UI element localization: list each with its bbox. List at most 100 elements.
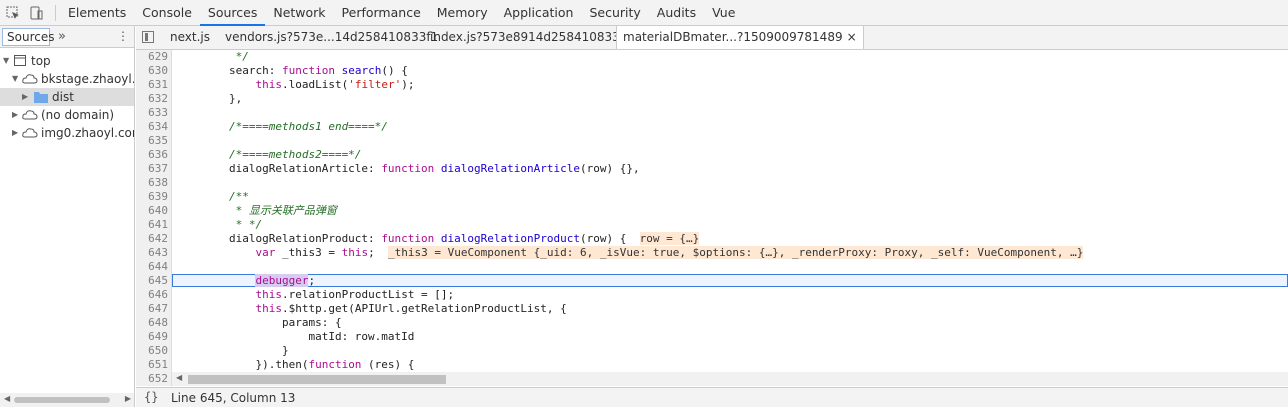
code-line[interactable]: 644 [136, 260, 1288, 274]
line-number[interactable]: 652 [136, 372, 168, 386]
tree-item-label: top [31, 54, 51, 68]
code-line[interactable]: 637 dialogRelationArticle: function dial… [136, 162, 1288, 176]
file-tab-vendors[interactable]: vendors.js?573e...14d258410833f1 [225, 26, 438, 49]
line-number[interactable]: 633 [136, 106, 168, 120]
expand-triangle-icon[interactable]: ▼ [3, 52, 9, 70]
code-line[interactable]: 647 this.$http.get(APIUrl.getRelationPro… [136, 302, 1288, 316]
code-line[interactable]: 629 */ [136, 50, 1288, 64]
editor-status-bar: {} Line 645, Column 13 [136, 387, 1288, 407]
line-number[interactable]: 646 [136, 288, 168, 302]
tab-memory[interactable]: Memory [429, 0, 496, 25]
code-line[interactable]: 651 }).then(function (res) { [136, 358, 1288, 372]
line-number[interactable]: 635 [136, 134, 168, 148]
frame-icon [14, 55, 26, 66]
tree-item-no-domain[interactable]: ▶ (no domain) [0, 106, 134, 124]
code-line[interactable]: 645 debugger; [136, 274, 1288, 288]
code-line[interactable]: 633 [136, 106, 1288, 120]
tree-item-top[interactable]: ▼ top [0, 52, 134, 70]
inspect-icon[interactable] [6, 6, 20, 20]
code-line[interactable]: 641 * */ [136, 218, 1288, 232]
tree-item-label: (no domain) [41, 108, 115, 122]
line-number[interactable]: 632 [136, 92, 168, 106]
line-number[interactable]: 631 [136, 78, 168, 92]
collapsed-triangle-icon[interactable]: ▶ [12, 106, 18, 124]
tab-audits[interactable]: Audits [649, 0, 704, 25]
tab-vue[interactable]: Vue [704, 0, 743, 25]
tree-item-img0[interactable]: ▶ img0.zhaoyl.com [0, 124, 134, 142]
tab-performance[interactable]: Performance [334, 0, 429, 25]
line-number[interactable]: 629 [136, 50, 168, 64]
code-line[interactable]: 650 } [136, 344, 1288, 358]
tree-item-dist[interactable]: ▶ dist [0, 88, 134, 106]
tab-sources-navigator[interactable]: Sources [2, 28, 54, 46]
code-line[interactable]: 632 }, [136, 92, 1288, 106]
file-tree: ▼ top ▼ bkstage.zhaoyl.co ▶ dist ▶ (no d… [0, 52, 134, 142]
scrollbar-thumb[interactable] [14, 397, 110, 403]
close-tab-icon[interactable]: × [847, 30, 857, 44]
line-number[interactable]: 651 [136, 358, 168, 372]
pretty-print-button[interactable]: {} [144, 390, 158, 404]
inline-variable-value: row = {…} [639, 232, 700, 245]
tab-security[interactable]: Security [581, 0, 648, 25]
code-line[interactable]: 635 [136, 134, 1288, 148]
more-tabs-button[interactable]: » [58, 29, 66, 44]
line-number[interactable]: 645 [136, 274, 168, 288]
line-number[interactable]: 650 [136, 344, 168, 358]
code-line[interactable]: 636 /*====methods2====*/ [136, 148, 1288, 162]
line-number[interactable]: 636 [136, 148, 168, 162]
editor-horizontal-scrollbar[interactable]: ◀ [172, 372, 1288, 386]
line-number[interactable]: 639 [136, 190, 168, 204]
tab-console[interactable]: Console [134, 0, 200, 25]
line-number[interactable]: 644 [136, 260, 168, 274]
navigator-scrollbar[interactable]: ◀ ▶ [0, 393, 134, 407]
devtools-toolbar: Elements Console Sources Network Performance… [0, 0, 1288, 26]
code-line[interactable]: 631 this.loadList('filter'); [136, 78, 1288, 92]
tree-item-label: dist [52, 90, 74, 104]
code-line[interactable]: 640 * 显示关联产品弹窗 [136, 204, 1288, 218]
expand-triangle-icon[interactable]: ▼ [12, 70, 18, 88]
line-number[interactable]: 643 [136, 246, 168, 260]
line-number[interactable]: 642 [136, 232, 168, 246]
code-line[interactable]: 648 params: { [136, 316, 1288, 330]
cloud-icon [22, 74, 38, 84]
sources-navigator: Sources » ⋮ ▼ top ▼ bkstage.zhaoyl.co ▶ … [0, 26, 135, 407]
code-editor[interactable]: 629 */630 search: function search() {631… [136, 50, 1288, 386]
code-line[interactable]: 630 search: function search() { [136, 64, 1288, 78]
file-tab-material[interactable]: materialDBmater...?1509009781489 × [616, 26, 864, 49]
toolbar-divider [55, 5, 56, 21]
line-number[interactable]: 641 [136, 218, 168, 232]
tab-application[interactable]: Application [496, 0, 582, 25]
code-line[interactable]: 642 dialogRelationProduct: function dial… [136, 232, 1288, 246]
code-line[interactable]: 639 /** [136, 190, 1288, 204]
file-tab-next[interactable]: next.js [170, 26, 210, 49]
line-number[interactable]: 640 [136, 204, 168, 218]
line-number[interactable]: 634 [136, 120, 168, 134]
code-line[interactable]: 634 /*====methods1 end====*/ [136, 120, 1288, 134]
collapsed-triangle-icon[interactable]: ▶ [22, 88, 28, 106]
line-number[interactable]: 647 [136, 302, 168, 316]
navigator-menu-icon[interactable]: ⋮ [117, 29, 129, 43]
scroll-right-icon[interactable]: ▶ [125, 394, 131, 403]
line-number[interactable]: 648 [136, 316, 168, 330]
collapsed-triangle-icon[interactable]: ▶ [12, 124, 18, 142]
code-line[interactable]: 638 [136, 176, 1288, 190]
scrollbar-thumb[interactable] [188, 375, 446, 384]
code-line[interactable]: 649 matId: row.matId [136, 330, 1288, 344]
line-number[interactable]: 638 [136, 176, 168, 190]
scroll-left-icon[interactable]: ◀ [4, 394, 10, 403]
line-number[interactable]: 630 [136, 64, 168, 78]
scroll-left-icon[interactable]: ◀ [176, 373, 182, 382]
file-tab-index[interactable]: index.js?573e8914d258410833f1 [430, 26, 632, 49]
tab-elements[interactable]: Elements [60, 0, 134, 25]
device-toolbar-icon[interactable] [29, 6, 43, 20]
line-number[interactable]: 637 [136, 162, 168, 176]
code-line[interactable]: 643 var _this3 = this; _this3 = VueCompo… [136, 246, 1288, 260]
code-text: dialogRelationProduct: function dialogRe… [176, 232, 700, 245]
cursor-position: Line 645, Column 13 [171, 391, 296, 405]
tree-item-bkstage[interactable]: ▼ bkstage.zhaoyl.co [0, 70, 134, 88]
tab-sources[interactable]: Sources [199, 0, 266, 26]
line-number[interactable]: 649 [136, 330, 168, 344]
code-line[interactable]: 646 this.relationProductList = []; [136, 288, 1288, 302]
toggle-navigator-icon[interactable] [142, 31, 154, 43]
tab-network[interactable]: Network [265, 0, 333, 25]
